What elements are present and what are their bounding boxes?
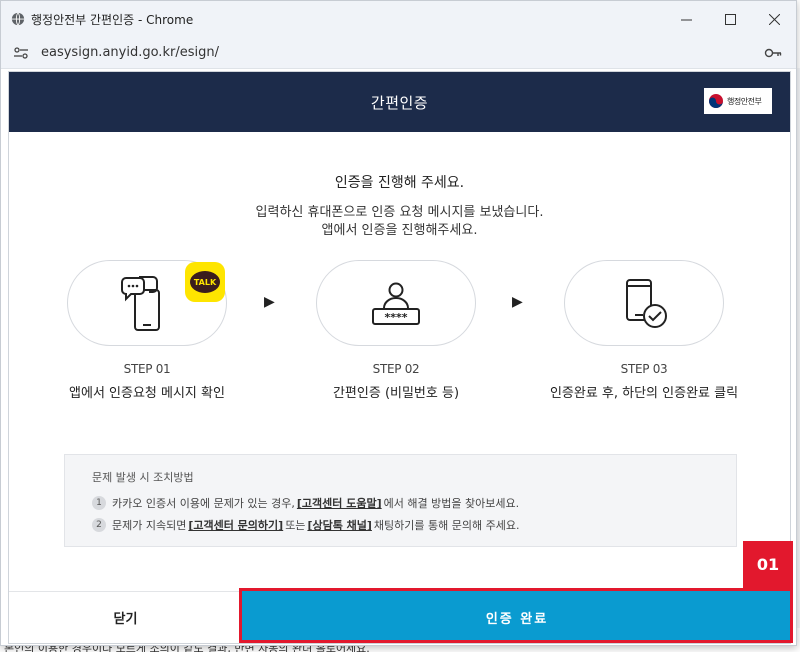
notice-number: 2 bbox=[92, 518, 106, 532]
easy-auth-dialog: 간편인증 행정안전부 인증을 진행해 주세요. 입력하신 휴대폰으로 인증 요청… bbox=[8, 71, 792, 644]
steps-row: TALK STEP 01 앱에서 인증요청 메시지 확인 ▶ **** STEP… bbox=[9, 260, 792, 410]
contact-support-link[interactable]: [고객센터 문의하기] bbox=[188, 517, 283, 533]
notice-text: 카카오 인증서 이용에 문제가 있는 경우, bbox=[112, 497, 295, 510]
notice-item-1: 1 카카오 인증서 이용에 문제가 있는 경우, [고객센터 도움말] 에서 해… bbox=[92, 495, 736, 511]
taegeuk-icon bbox=[709, 94, 723, 108]
key-icon[interactable] bbox=[764, 47, 782, 59]
chat-channel-link[interactable]: [상담톡 채널] bbox=[307, 517, 371, 533]
window-controls bbox=[664, 1, 796, 37]
gov-logo-text: 행정안전부 bbox=[727, 96, 762, 106]
notice-item-2: 2 문제가 지속되면 [고객센터 문의하기] 또는 [상담톡 채널] 채팅하기를… bbox=[92, 517, 736, 533]
user-password-icon: **** bbox=[372, 282, 420, 325]
intro-line-3: 앱에서 인증을 진행해주세요. bbox=[321, 223, 478, 238]
intro-text: 인증을 진행해 주세요. 입력하신 휴대폰으로 인증 요청 메시지를 보냈습니다… bbox=[9, 172, 790, 240]
step-2-desc: 간편인증 (비밀번호 등) bbox=[332, 386, 460, 401]
chrome-popup-window: 행정안전부 간편인증 - Chrome easysign.anyid.go.kr… bbox=[0, 0, 797, 646]
notice-text: 문제가 지속되면 bbox=[112, 519, 187, 532]
minimize-button[interactable] bbox=[664, 1, 708, 37]
maximize-icon bbox=[724, 13, 736, 25]
step-1-desc: 앱에서 인증요청 메시지 확인 bbox=[69, 386, 225, 401]
step-3-number: STEP 03 bbox=[620, 362, 668, 376]
arrow-icon: ▶ bbox=[264, 294, 275, 310]
address-bar: easysign.anyid.go.kr/esign/ bbox=[1, 37, 796, 69]
intro-line-2: 입력하신 휴대폰으로 인증 요청 메시지를 보냈습니다. bbox=[255, 205, 544, 220]
gov-logo: 행정안전부 bbox=[704, 88, 772, 114]
notice-text: 에서 해결 방법을 찾아보세요. bbox=[383, 497, 520, 510]
troubleshoot-notice: 문제 발생 시 조치방법 1 카카오 인증서 이용에 문제가 있는 경우, [고… bbox=[64, 454, 737, 547]
step-1-number: STEP 01 bbox=[123, 362, 171, 376]
phone-check-icon bbox=[626, 279, 667, 328]
arrow-icon: ▶ bbox=[512, 294, 523, 310]
step-2-number: STEP 02 bbox=[372, 362, 420, 376]
intro-heading: 인증을 진행해 주세요. bbox=[334, 175, 465, 191]
highlight-box bbox=[239, 588, 793, 643]
globe-icon bbox=[11, 12, 25, 26]
annotation-tag: 01 bbox=[743, 541, 793, 588]
svg-text:****: **** bbox=[384, 311, 407, 324]
notice-number: 1 bbox=[92, 496, 106, 510]
minimize-icon bbox=[680, 19, 692, 20]
phone-message-icon bbox=[121, 276, 160, 331]
help-center-link[interactable]: [고객센터 도움말] bbox=[297, 495, 382, 511]
site-settings-icon[interactable] bbox=[13, 45, 29, 61]
kakaotalk-badge: TALK bbox=[185, 262, 225, 302]
close-icon bbox=[768, 13, 780, 25]
window-titlebar: 행정안전부 간편인증 - Chrome bbox=[1, 1, 796, 37]
url-text[interactable]: easysign.anyid.go.kr/esign/ bbox=[41, 45, 219, 60]
step-3-desc: 인증완료 후, 하단의 인증완료 클릭 bbox=[549, 386, 739, 401]
notice-title: 문제 발생 시 조치방법 bbox=[92, 471, 194, 484]
notice-text: 채팅하기를 통해 문의해 주세요. bbox=[373, 519, 520, 532]
close-window-button[interactable] bbox=[752, 1, 796, 37]
close-button[interactable]: 닫기 bbox=[9, 591, 242, 643]
notice-text: 또는 bbox=[285, 519, 306, 532]
maximize-button[interactable] bbox=[708, 1, 752, 37]
window-title: 행정안전부 간편인증 - Chrome bbox=[31, 12, 194, 27]
dialog-header: 간편인증 행정안전부 bbox=[9, 72, 790, 132]
dialog-title: 간편인증 bbox=[370, 93, 429, 112]
kakaotalk-label: TALK bbox=[190, 271, 220, 293]
